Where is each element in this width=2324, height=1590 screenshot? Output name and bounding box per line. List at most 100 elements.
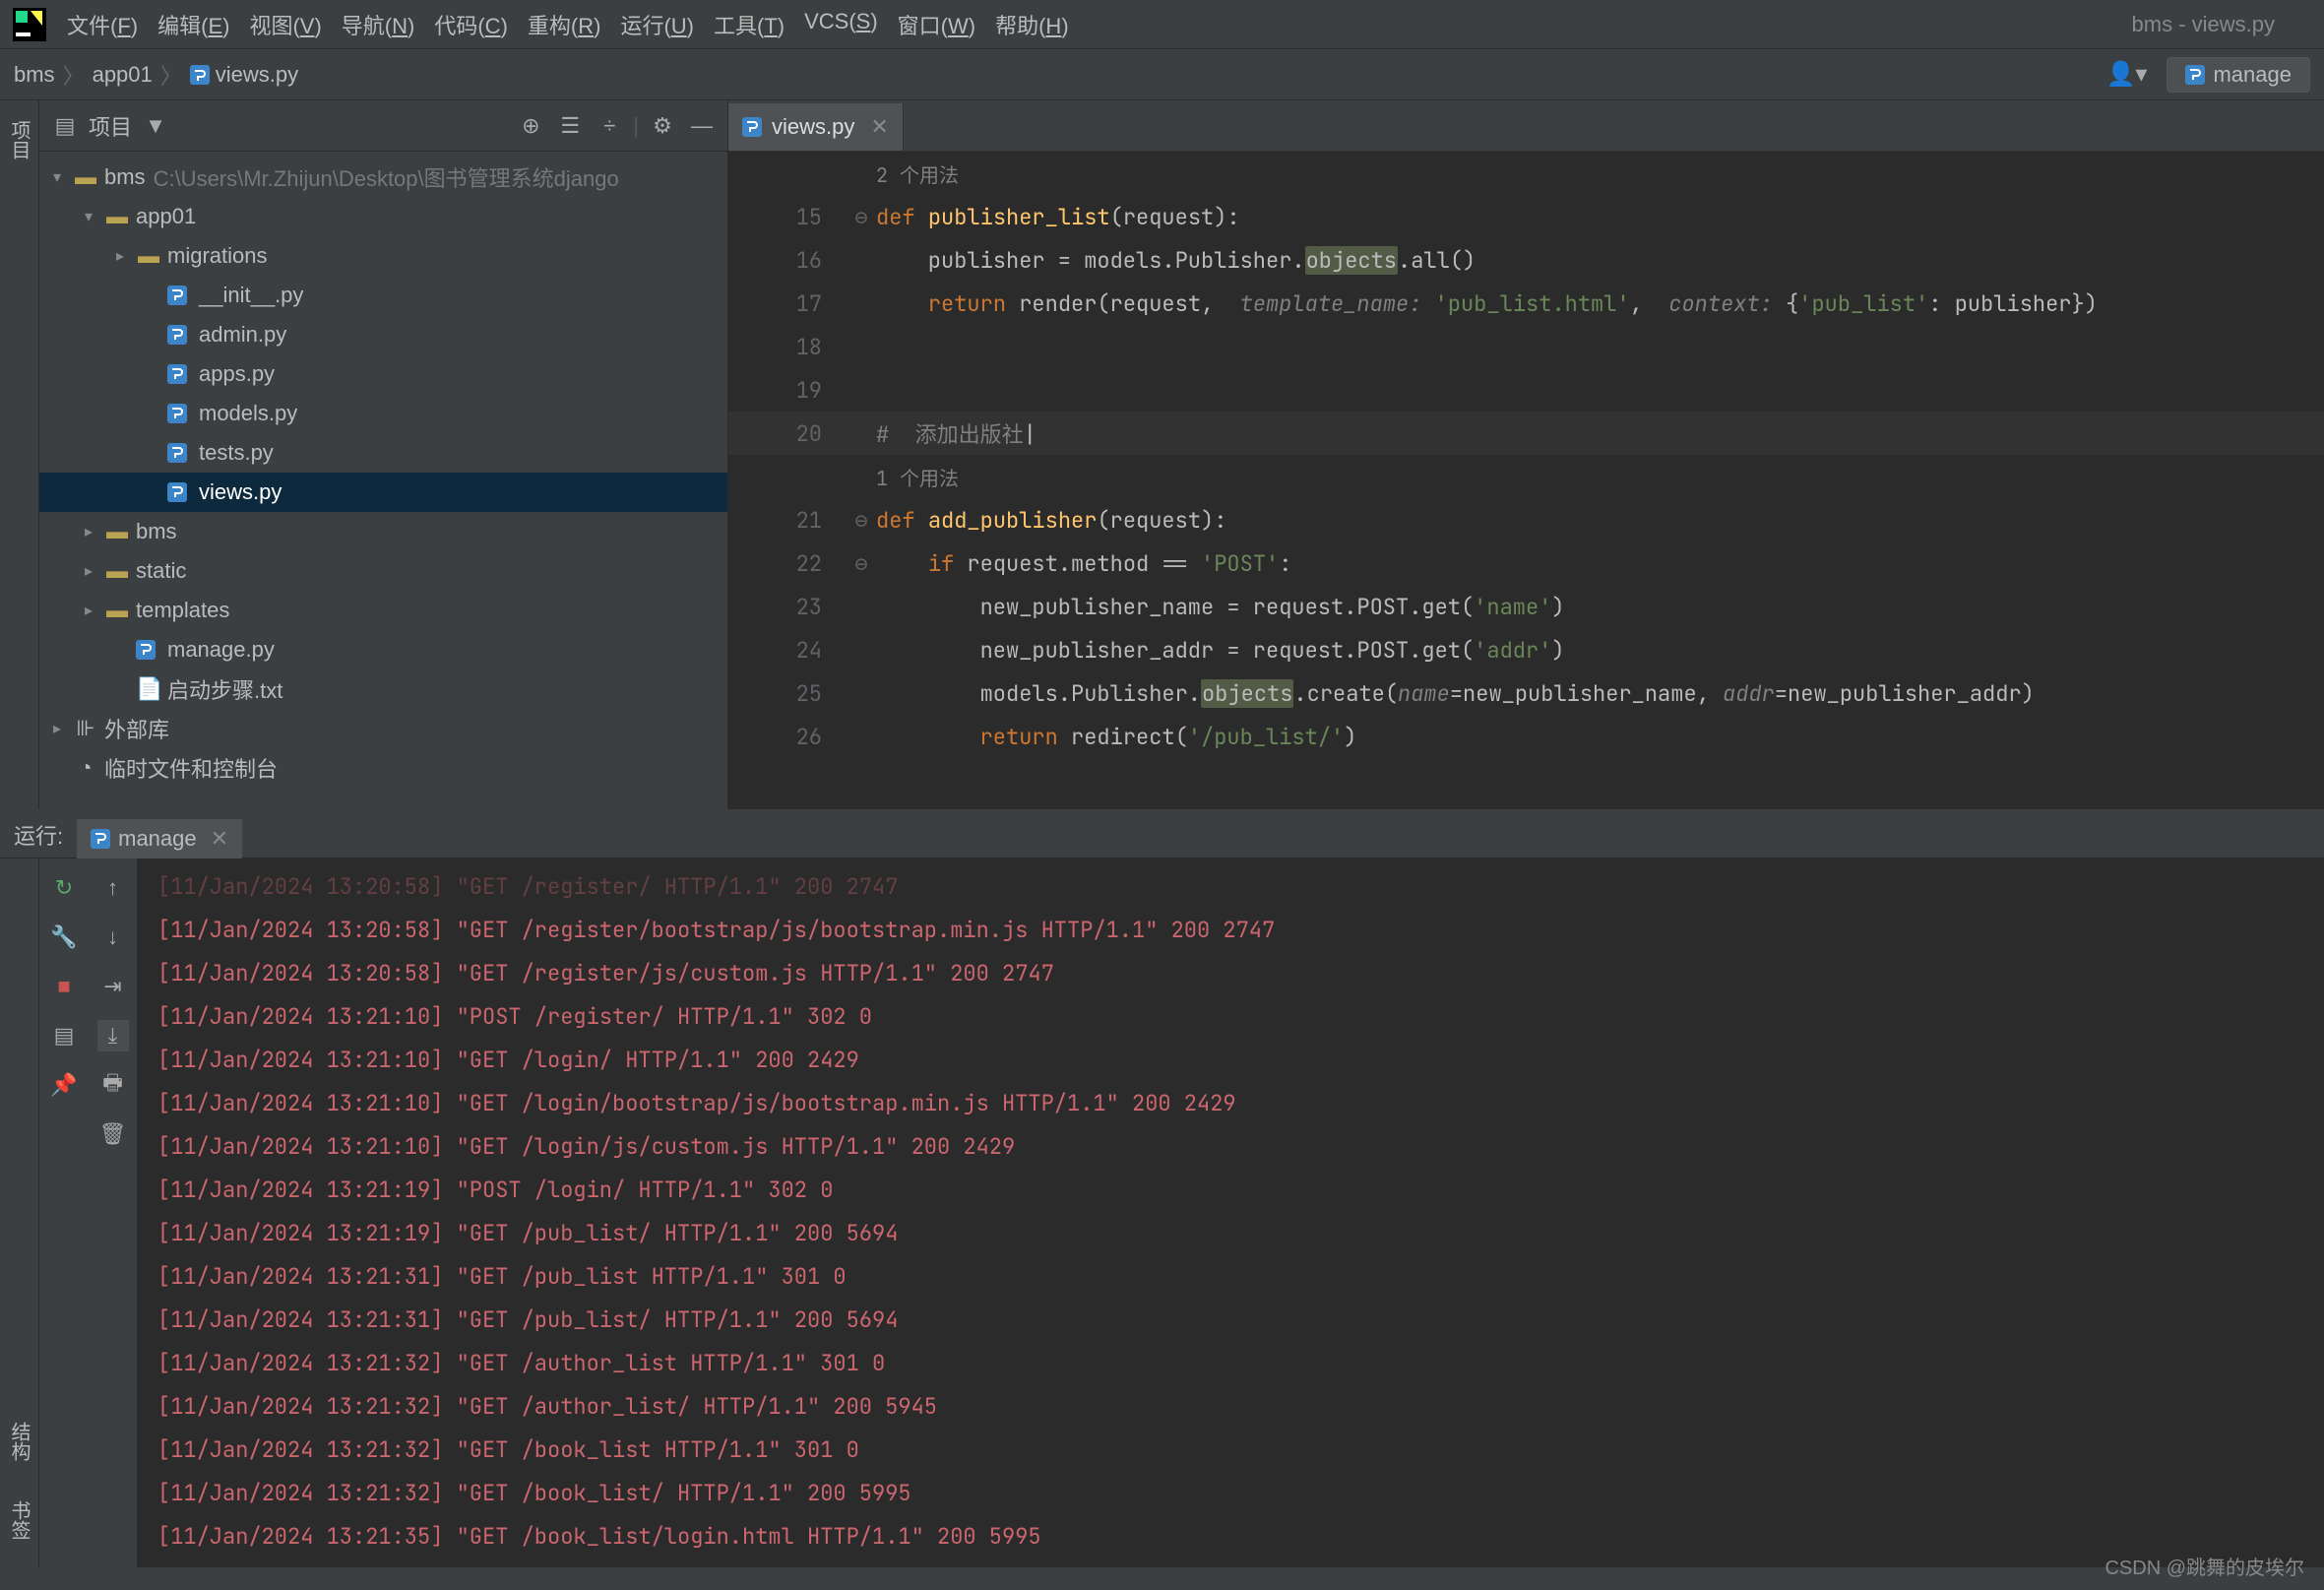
tree-item-label: 外部库 (104, 713, 169, 744)
trash-icon[interactable]: 🗑 (97, 1118, 129, 1150)
left-gutter: 项目 (0, 100, 39, 809)
menu-编辑(E)[interactable]: 编辑(E) (148, 5, 239, 44)
menu-文件(F)[interactable]: 文件(F) (57, 5, 148, 44)
down-icon[interactable]: ↓ (97, 922, 129, 953)
breadcrumb-root[interactable]: bms (14, 62, 55, 88)
line-number: 24 (728, 636, 847, 665)
code-line[interactable]: models.Publisher.objects.create(name=new… (876, 679, 2035, 708)
menu-窗口(W)[interactable]: 窗口(W) (888, 5, 985, 44)
print-icon[interactable]: 🖶 (97, 1069, 129, 1101)
py-icon (167, 482, 193, 502)
tree-item-label: 临时文件和控制台 (104, 752, 278, 784)
user-icon[interactable]: 👤▾ (2106, 60, 2148, 89)
log-line: [11/Jan/2024 13:21:32] "GET /book_list H… (157, 1428, 2304, 1471)
menu-视图(V)[interactable]: 视图(V) (239, 5, 331, 44)
log-line: [11/Jan/2024 13:21:32] "GET /author_list… (157, 1341, 2304, 1384)
locate-icon[interactable]: ⊕ (515, 110, 546, 142)
wrench-icon[interactable]: 🔧 (48, 922, 80, 953)
code-line[interactable]: new_publisher_name = request.POST.get('n… (876, 593, 1565, 621)
code-line[interactable]: # 添加出版社| (876, 417, 1036, 449)
bookmarks-tool-button[interactable]: 书签 (5, 1493, 33, 1548)
menu-帮助(H)[interactable]: 帮助(H) (985, 5, 1079, 44)
breadcrumb-item[interactable]: app01 (93, 62, 153, 88)
console-output[interactable]: [11/Jan/2024 13:20:58] "GET /register/ H… (138, 859, 2324, 1567)
scroll-end-icon[interactable]: ⤓ (97, 1020, 129, 1051)
tree-item-label: manage.py (167, 637, 275, 663)
tree-item-临时文件和控制台[interactable]: ◔临时文件和控制台 (39, 748, 727, 788)
tree-item-label: admin.py (199, 322, 286, 348)
tree-item-admin.py[interactable]: admin.py (39, 315, 727, 354)
layout-icon[interactable]: ▤ (48, 1020, 80, 1051)
code-line[interactable]: 2 个用法 (876, 159, 959, 188)
tree-item-manage.py[interactable]: manage.py (39, 630, 727, 669)
fold-icon[interactable]: ⊖ (847, 549, 876, 578)
code-area[interactable]: 2 个用法15⊖def publisher_list(request):16 p… (728, 152, 2324, 758)
tree-item-templates[interactable]: ▸▬templates (39, 591, 727, 630)
code-line[interactable]: 1 个用法 (876, 463, 959, 491)
expand-all-icon[interactable]: ☰ (554, 110, 586, 142)
close-tab-icon[interactable]: ✕ (870, 114, 888, 140)
tree-item-migrations[interactable]: ▸▬migrations (39, 236, 727, 276)
pin-icon[interactable]: 📌 (48, 1069, 80, 1101)
code-line[interactable]: return redirect('/pub_list/') (876, 723, 1356, 751)
tree-item-static[interactable]: ▸▬static (39, 551, 727, 591)
folder-icon: ▬ (104, 519, 130, 544)
line-number: 20 (728, 419, 847, 448)
stop-icon[interactable]: ■ (48, 971, 80, 1002)
line-number: 17 (728, 289, 847, 318)
tree-item-app01[interactable]: ▾▬app01 (39, 197, 727, 236)
code-line[interactable]: publisher = models.Publisher.objects.all… (876, 246, 1476, 275)
close-icon[interactable]: ✕ (211, 826, 228, 852)
breadcrumb-file[interactable]: views.py (190, 62, 298, 88)
run-tab[interactable]: manage ✕ (77, 819, 242, 859)
run-tool-header: 运行: manage ✕ (0, 811, 2324, 859)
dropdown-icon[interactable]: ▼ (140, 110, 171, 142)
tree-item-label: tests.py (199, 440, 274, 466)
line-number: 22 (728, 549, 847, 578)
menu-导航(N)[interactable]: 导航(N) (332, 5, 425, 44)
collapse-all-icon[interactable]: ÷ (594, 110, 625, 142)
gear-icon[interactable]: ⚙ (647, 110, 678, 142)
run-config-selector[interactable]: manage (2167, 57, 2310, 93)
soft-wrap-icon[interactable]: ⇥ (97, 971, 129, 1002)
menu-运行(U)[interactable]: 运行(U) (610, 5, 704, 44)
folder-icon: ▬ (104, 558, 130, 584)
minimize-icon[interactable]: — (686, 110, 718, 142)
menu-重构(R)[interactable]: 重构(R) (518, 5, 611, 44)
tree-item-label: bms (136, 519, 177, 544)
editor-tab-views[interactable]: views.py ✕ (728, 103, 904, 151)
code-line[interactable]: def add_publisher(request): (876, 506, 1226, 535)
menu-代码(C)[interactable]: 代码(C) (424, 5, 518, 44)
folder-icon: ▬ (104, 204, 130, 229)
code-line[interactable]: new_publisher_addr = request.POST.get('a… (876, 636, 1565, 665)
log-line: [11/Jan/2024 13:21:35] "GET /book_list/l… (157, 1514, 2304, 1558)
structure-tool-button[interactable]: 结构 (5, 1414, 33, 1469)
tree-item-views.py[interactable]: views.py (39, 473, 727, 512)
tree-item-tests.py[interactable]: tests.py (39, 433, 727, 473)
code-line[interactable]: def publisher_list(request): (876, 203, 1240, 231)
top-menu-bar: 文件(F)编辑(E)视图(V)导航(N)代码(C)重构(R)运行(U)工具(T)… (0, 0, 2324, 49)
py-icon (136, 640, 161, 660)
up-icon[interactable]: ↑ (97, 872, 129, 904)
menu-工具(T)[interactable]: 工具(T) (704, 5, 794, 44)
project-tool-button[interactable]: 项目 (5, 112, 33, 167)
tree-item-启动步骤.txt[interactable]: 📄启动步骤.txt (39, 669, 727, 709)
log-line: [11/Jan/2024 13:20:58] "GET /register/ H… (157, 864, 2304, 908)
py-icon (167, 364, 193, 384)
tree-item-__init__.py[interactable]: __init__.py (39, 276, 727, 315)
code-line[interactable]: if request.method == 'POST': (876, 549, 1291, 578)
tree-item-bms[interactable]: ▾▬bms C:\Users\Mr.Zhijun\Desktop\图书管理系统d… (39, 158, 727, 197)
menu-VCS(S)[interactable]: VCS(S) (794, 5, 888, 44)
rerun-icon[interactable]: ↻ (48, 872, 80, 904)
fold-icon[interactable]: ⊖ (847, 203, 876, 231)
fold-icon[interactable]: ⊖ (847, 506, 876, 535)
tree-item-models.py[interactable]: models.py (39, 394, 727, 433)
tree-item-外部库[interactable]: ▸⊪外部库 (39, 709, 727, 748)
log-line: [11/Jan/2024 13:21:19] "GET /pub_list/ H… (157, 1211, 2304, 1254)
code-line[interactable]: return render(request, template_name: 'p… (876, 289, 2098, 318)
tree-item-bms[interactable]: ▸▬bms (39, 512, 727, 551)
scratch-icon: ◔ (73, 755, 98, 781)
pycharm-logo-icon (10, 5, 49, 44)
tree-item-apps.py[interactable]: apps.py (39, 354, 727, 394)
editor: views.py ✕ 2 个用法15⊖def publisher_list(re… (728, 100, 2324, 809)
